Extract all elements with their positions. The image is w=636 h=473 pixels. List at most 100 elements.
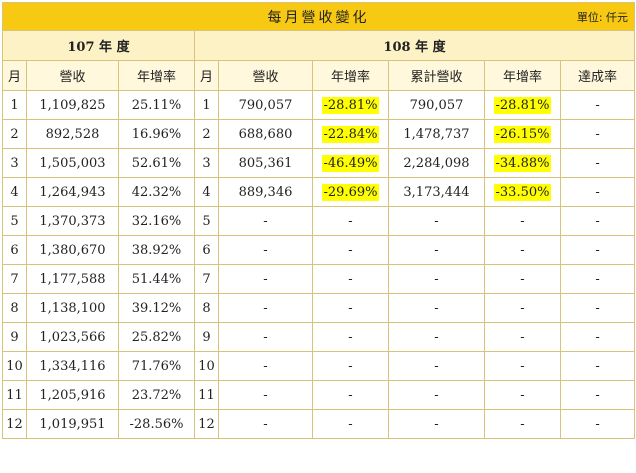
yoy-cell: 25.82% [118, 322, 195, 352]
month-cell: 6 [194, 235, 219, 265]
yoy-cell: 39.12% [118, 293, 195, 323]
table-row: 11 1,205,916 23.72% 11 - - - - - [2, 380, 636, 410]
yoy-cell: 52.61% [118, 148, 195, 178]
month-cell: 6 [2, 235, 27, 265]
cum-yoy-cell: - [484, 409, 561, 439]
table-row: 4 1,264,943 42.32% 4 889,346 -29.69% 3,1… [2, 177, 636, 207]
yoy-cell: - [312, 322, 389, 352]
revenue-cell: 1,380,670 [26, 235, 119, 265]
yoy-cell: - [312, 206, 389, 236]
column-header-row: 月 營收 年增率 月 營收 年增率 累計營收 年增率 達成率 [2, 60, 636, 91]
highlighted-value: -33.50% [493, 183, 552, 201]
col-month-107: 月 [2, 60, 27, 91]
cum-revenue-cell: 790,057 [388, 90, 485, 120]
month-cell: 1 [194, 90, 219, 120]
revenue-cell: - [218, 351, 313, 381]
yoy-cell: 42.32% [118, 177, 195, 207]
cum-revenue-cell: 1,478,737 [388, 119, 485, 149]
month-cell: 5 [194, 206, 219, 236]
cum-yoy-cell: - [484, 264, 561, 294]
cum-revenue-cell: - [388, 235, 485, 265]
cum-yoy-cell: - [484, 322, 561, 352]
table-row: 8 1,138,100 39.12% 8 - - - - - [2, 293, 636, 323]
yoy-cell: - [312, 235, 389, 265]
col-cum-yoy-108: 年增率 [484, 60, 561, 91]
col-achievement-108: 達成率 [559, 60, 636, 91]
monthly-revenue-table: 每月營收變化 單位: 仟元 107 年 度 108 年 度 月 營收 年增率 月… [1, 2, 636, 439]
table-row: 9 1,023,566 25.82% 9 - - - - - [2, 322, 636, 352]
yoy-cell: 38.92% [118, 235, 195, 265]
revenue-cell: 1,505,003 [26, 148, 119, 178]
month-cell: 3 [194, 148, 219, 178]
yoy-cell: -29.69% [312, 177, 389, 207]
cum-revenue-cell: 2,284,098 [388, 148, 485, 178]
revenue-cell: 1,023,566 [26, 322, 119, 352]
cum-revenue-cell: - [388, 351, 485, 381]
yoy-cell: 23.72% [118, 380, 195, 410]
yoy-cell: -28.81% [312, 90, 389, 120]
revenue-cell: 889,346 [218, 177, 313, 207]
yoy-cell: - [312, 409, 389, 439]
yoy-cell: -28.56% [118, 409, 195, 439]
yoy-cell: -46.49% [312, 148, 389, 178]
revenue-cell: - [218, 322, 313, 352]
month-cell: 8 [2, 293, 27, 323]
revenue-cell: 1,264,943 [26, 177, 119, 207]
yoy-cell: 71.76% [118, 351, 195, 381]
col-cum-revenue-108: 累計營收 [388, 60, 485, 91]
table-row: 10 1,334,116 71.76% 10 - - - - - [2, 351, 636, 381]
month-cell: 12 [194, 409, 219, 439]
table-row: 7 1,177,588 51.44% 7 - - - - - [2, 264, 636, 294]
cum-yoy-cell: -28.81% [484, 90, 561, 120]
yoy-cell: - [312, 293, 389, 323]
table-row: 12 1,019,951 -28.56% 12 - - - - - [2, 409, 636, 439]
cum-revenue-cell: - [388, 322, 485, 352]
yoy-cell: 32.16% [118, 206, 195, 236]
revenue-cell: 1,109,825 [26, 90, 119, 120]
highlighted-value: -26.15% [493, 125, 552, 143]
achievement-cell: - [559, 351, 636, 381]
revenue-cell: 805,361 [218, 148, 313, 178]
month-cell: 4 [2, 177, 27, 207]
table-row: 2 892,528 16.96% 2 688,680 -22.84% 1,478… [2, 119, 636, 149]
cum-yoy-cell: - [484, 293, 561, 323]
highlighted-value: -29.69% [321, 183, 380, 201]
month-cell: 8 [194, 293, 219, 323]
month-cell: 12 [2, 409, 27, 439]
cum-yoy-cell: -34.88% [484, 148, 561, 178]
achievement-cell: - [559, 409, 636, 439]
table-row: 5 1,370,373 32.16% 5 - - - - - [2, 206, 636, 236]
yoy-cell: - [312, 264, 389, 294]
table-title-cell: 每月營收變化 單位: 仟元 [1, 2, 636, 31]
yoy-cell: 25.11% [118, 90, 195, 120]
revenue-cell: 1,138,100 [26, 293, 119, 323]
cum-revenue-cell: - [388, 380, 485, 410]
highlighted-value: -46.49% [321, 154, 380, 172]
month-cell: 11 [194, 380, 219, 410]
highlighted-value: -28.81% [493, 96, 552, 114]
table-row: 1 1,109,825 25.11% 1 790,057 -28.81% 790… [2, 90, 636, 120]
month-cell: 4 [194, 177, 219, 207]
col-revenue-108: 營收 [218, 60, 313, 91]
cum-yoy-cell: -33.50% [484, 177, 561, 207]
month-cell: 10 [194, 351, 219, 381]
revenue-cell: 688,680 [218, 119, 313, 149]
highlighted-value: -22.84% [321, 125, 380, 143]
achievement-cell: - [559, 177, 636, 207]
month-cell: 2 [2, 119, 27, 149]
revenue-cell: - [218, 409, 313, 439]
month-cell: 2 [194, 119, 219, 149]
month-cell: 9 [194, 322, 219, 352]
month-cell: 9 [2, 322, 27, 352]
year-header-row: 107 年 度 108 年 度 [2, 30, 636, 61]
month-cell: 5 [2, 206, 27, 236]
cum-yoy-cell: - [484, 206, 561, 236]
achievement-cell: - [559, 293, 636, 323]
col-month-108: 月 [194, 60, 219, 91]
revenue-cell: - [218, 293, 313, 323]
revenue-cell: - [218, 264, 313, 294]
revenue-cell: 1,205,916 [26, 380, 119, 410]
yoy-cell: -22.84% [312, 119, 389, 149]
cum-revenue-cell: - [388, 409, 485, 439]
revenue-cell: 1,370,373 [26, 206, 119, 236]
